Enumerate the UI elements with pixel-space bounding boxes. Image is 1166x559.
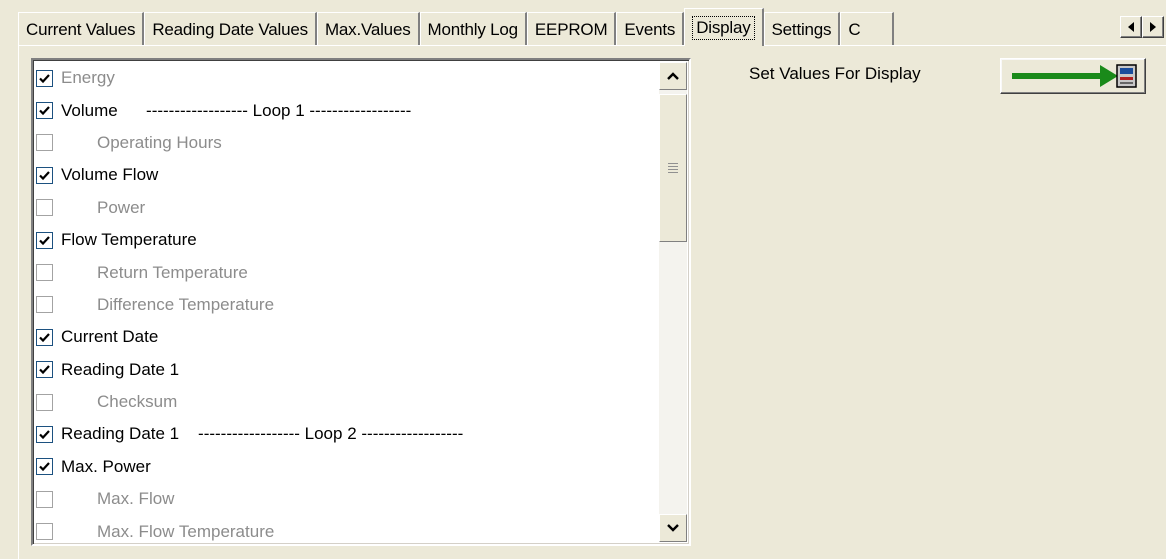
checklist-item[interactable]: Max. Flow Temperature (36, 515, 655, 544)
checklist-item[interactable]: Volume ------------------ Loop 1 -------… (36, 94, 655, 126)
tab-label: C (848, 19, 861, 39)
checkbox-unchecked[interactable] (36, 134, 53, 152)
tab-strip: Current Values Reading Date Values Max.Val… (18, 8, 1166, 46)
tab-settings[interactable]: Settings (763, 12, 841, 46)
checkmark-icon (39, 430, 50, 440)
tab-scroll-left-button[interactable] (1120, 16, 1142, 38)
checklist-item-label: Volume Flow (61, 165, 159, 185)
scroll-up-button[interactable] (659, 62, 687, 90)
checklist-item[interactable]: Difference Temperature (36, 289, 655, 321)
checklist-item[interactable]: Reading Date 1 (36, 354, 655, 386)
tab-max-values[interactable]: Max.Values (316, 12, 420, 46)
checkbox-unchecked[interactable] (36, 199, 53, 217)
checkmark-icon (39, 171, 50, 180)
checkmark-icon (39, 106, 50, 116)
tab-label: Reading Date Values (152, 19, 308, 39)
checkbox-unchecked[interactable] (36, 490, 53, 508)
checkbox-unchecked[interactable] (36, 523, 53, 541)
checkbox-checked[interactable] (36, 361, 53, 379)
checklist-item-label: Flow Temperature (61, 230, 197, 250)
checklist-item[interactable]: Flow Temperature (36, 224, 655, 256)
tab-label: Monthly Log (427, 19, 519, 39)
set-values-label: Set Values For Display (749, 64, 921, 83)
checklist-items: Energy Volume ------------------ Loop 1 -… (36, 62, 655, 544)
set-values-button[interactable] (1000, 58, 1146, 94)
checklist-item[interactable]: Power (36, 192, 655, 224)
tab-scroll-buttons (1120, 16, 1164, 38)
checklist-item-label: Reading Date 1 (61, 359, 180, 379)
tab-monthly-log[interactable]: Monthly Log (419, 12, 527, 46)
tab-events[interactable]: Events (616, 12, 685, 46)
checklist-item-label: Reading Date 1 ------------------ Loop 2… (61, 424, 464, 444)
tab-label: Settings (771, 19, 832, 39)
checklist-item-label: Operating Hours (97, 132, 222, 152)
tab-current-values[interactable]: Current Values (18, 12, 145, 46)
checklist-item-label: Current Date (61, 327, 159, 347)
checkbox-checked[interactable] (36, 231, 53, 249)
tab-c[interactable]: C (840, 12, 895, 46)
checkmark-icon (39, 333, 50, 342)
checklist-item[interactable]: Max. Power (36, 451, 655, 483)
checkbox-unchecked[interactable] (36, 393, 53, 411)
checkbox-checked[interactable] (36, 102, 53, 120)
tab-label: EEPROM (534, 19, 608, 39)
chevron-up-icon (667, 72, 679, 80)
scroll-thumb[interactable] (659, 94, 687, 242)
checkbox-checked[interactable] (36, 328, 53, 346)
checklist-item-label: Max. Power (61, 456, 151, 476)
checkmark-icon (39, 462, 50, 472)
checklist-item-label: Volume ------------------ Loop 1 -------… (61, 100, 412, 120)
checklist-item-label: Difference Temperature (97, 294, 275, 314)
checkbox-unchecked[interactable] (36, 296, 53, 314)
checklist-item[interactable]: Energy (36, 62, 655, 94)
checkmark-icon (39, 235, 50, 245)
tab-label: Display (692, 15, 755, 40)
tab-label: Max.Values (324, 19, 411, 39)
checklist-item[interactable]: Volume Flow (36, 159, 655, 191)
triangle-right-icon (1150, 22, 1156, 32)
tab-reading-date-values[interactable]: Reading Date Values (144, 12, 317, 46)
tab-scroll-right-button[interactable] (1142, 16, 1164, 38)
checklist-item[interactable]: Reading Date 1 ------------------ Loop 2… (36, 418, 655, 450)
chevron-down-icon (667, 524, 679, 532)
checkbox-unchecked[interactable] (36, 264, 53, 282)
checklist-item-label: Power (97, 197, 146, 217)
checklist-item-label: Return Temperature (97, 262, 248, 282)
checkmark-icon (39, 73, 50, 83)
tab-list: Current Values Reading Date Values Max.Val… (18, 8, 1166, 46)
checklist-item[interactable]: Return Temperature (36, 256, 655, 288)
checkbox-checked[interactable] (36, 458, 53, 476)
checklist-item[interactable]: Current Date (36, 321, 655, 353)
tab-display[interactable]: Display (684, 8, 764, 46)
checklist-item-label: Checksum (97, 392, 178, 412)
tab-eeprom[interactable]: EEPROM (526, 12, 617, 46)
checkbox-checked[interactable] (36, 425, 53, 443)
scroll-down-button[interactable] (659, 514, 687, 542)
checkmark-icon (39, 365, 50, 375)
checklist-item[interactable]: Max. Flow (36, 483, 655, 515)
tab-label: Events (624, 19, 676, 39)
arrow-to-meter-icon (1012, 64, 1137, 88)
triangle-left-icon (1128, 22, 1134, 32)
checklist-item-label: Energy (61, 68, 115, 88)
checkbox-checked[interactable] (36, 69, 53, 87)
grip-icon (668, 163, 678, 173)
vertical-scrollbar[interactable] (659, 62, 687, 542)
checklist-item[interactable]: Operating Hours (36, 127, 655, 159)
checklist-item-label: Max. Flow (97, 489, 175, 509)
display-values-checklist[interactable]: Energy Volume ------------------ Loop 1 -… (31, 58, 691, 546)
checklist-item-label: Max. Flow Temperature (97, 521, 275, 541)
checkbox-checked[interactable] (36, 166, 53, 184)
checklist-item[interactable]: Checksum (36, 386, 655, 418)
tab-label: Current Values (26, 19, 136, 39)
